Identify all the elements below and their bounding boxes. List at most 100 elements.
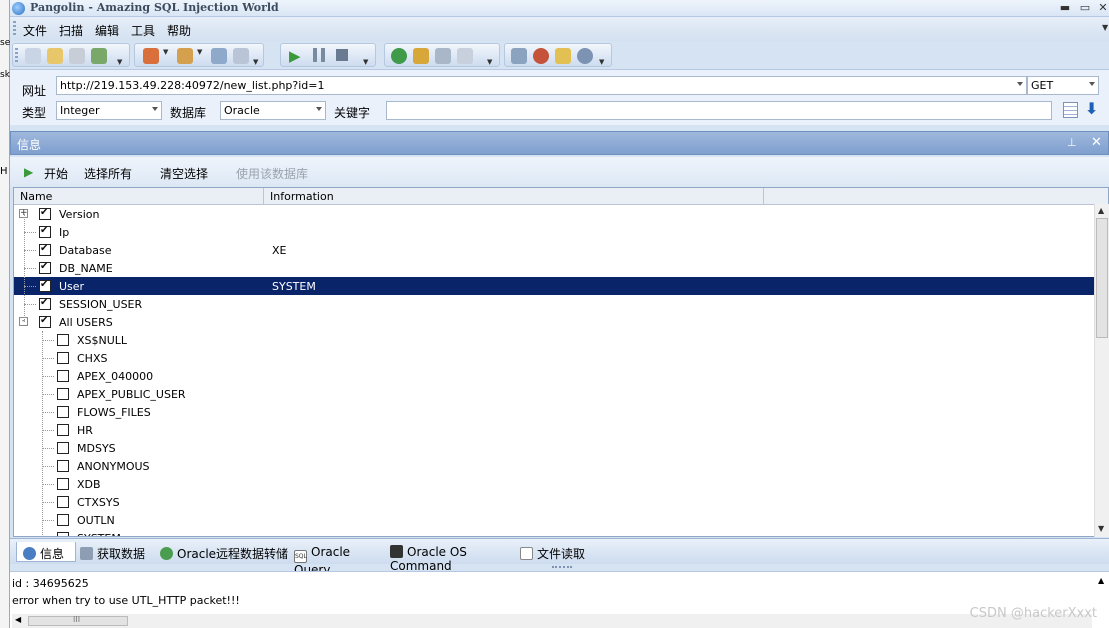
close-icon[interactable]: ✕ (1091, 135, 1102, 150)
maximize-icon[interactable]: ▭ (1078, 0, 1092, 15)
column-header-information[interactable]: Information (264, 188, 764, 204)
scroll-up-icon[interactable]: ▲ (1098, 206, 1104, 215)
chevron-down-icon[interactable]: ▼ (487, 58, 492, 66)
tab-info[interactable]: 信息 (16, 542, 76, 562)
splitter-handle[interactable] (552, 566, 572, 569)
chevron-down-icon[interactable]: ▼ (599, 58, 604, 66)
clear-selection-button[interactable]: 清空选择 (160, 165, 208, 182)
row-checkbox[interactable] (57, 532, 69, 536)
tab-file-read[interactable]: 文件读取 (520, 542, 600, 562)
chevron-down-icon[interactable]: ▼ (117, 58, 122, 66)
chevron-down-icon[interactable] (1017, 82, 1023, 86)
scroll-thumb[interactable] (1096, 218, 1108, 338)
row-checkbox[interactable] (57, 478, 69, 490)
tree-row[interactable]: +Version (14, 205, 1094, 223)
tree-row[interactable]: APEX_040000 (14, 367, 1094, 385)
tree-row[interactable]: HR (14, 421, 1094, 439)
chevron-down-icon[interactable] (316, 107, 322, 111)
chevron-down-icon[interactable] (152, 107, 158, 111)
scroll-down-icon[interactable]: ▼ (1098, 524, 1104, 533)
wrench-icon[interactable] (211, 48, 227, 64)
row-checkbox[interactable] (57, 388, 69, 400)
tree-row[interactable]: FLOWS_FILES (14, 403, 1094, 421)
chevron-down-icon[interactable]: ▼ (253, 58, 258, 66)
row-checkbox[interactable] (39, 297, 51, 310)
paste-icon[interactable] (69, 48, 85, 64)
play-icon[interactable]: ▶ (289, 47, 301, 65)
tree-row[interactable]: -All USERS (14, 313, 1094, 331)
scroll-up-icon[interactable]: ▲ (1098, 576, 1104, 585)
menu-help[interactable]: 帮助 (167, 22, 191, 39)
chevron-down-icon[interactable] (1089, 82, 1095, 86)
row-checkbox[interactable] (57, 514, 69, 526)
disk-icon[interactable] (233, 48, 249, 64)
folder-icon[interactable] (555, 48, 571, 64)
copy-icon[interactable] (47, 48, 63, 64)
arrow-down-icon[interactable]: ⬇ (1085, 99, 1098, 118)
help-icon[interactable] (391, 48, 407, 64)
row-checkbox[interactable] (57, 496, 69, 508)
row-checkbox[interactable] (57, 442, 69, 454)
magnifier-icon[interactable] (457, 48, 473, 64)
log-horizontal-scrollbar[interactable]: ◀ III (12, 614, 1092, 628)
row-checkbox[interactable] (57, 370, 69, 382)
chevron-down-icon[interactable]: ▼ (363, 58, 368, 66)
row-checkbox[interactable] (57, 424, 69, 436)
bug-icon[interactable] (533, 48, 549, 64)
tree-row[interactable]: ANONYMOUS (14, 457, 1094, 475)
tree-row[interactable]: APEX_PUBLIC_USER (14, 385, 1094, 403)
tree-row[interactable]: Ip (14, 223, 1094, 241)
database-select[interactable]: Oracle (220, 101, 326, 120)
pause-icon[interactable] (313, 48, 325, 62)
menu-scan[interactable]: 扫描 (59, 22, 83, 39)
type-select[interactable]: Integer (56, 101, 162, 120)
start-button[interactable]: 开始 (44, 165, 68, 182)
menu-overflow-icon[interactable]: ▼ (1102, 23, 1108, 32)
row-checkbox[interactable] (39, 225, 51, 238)
tree-row[interactable]: MDSYS (14, 439, 1094, 457)
grid-vertical-scrollbar[interactable]: ▲ ▼ (1094, 204, 1109, 537)
chevron-down-icon[interactable]: ▼ (163, 48, 168, 56)
chevron-down-icon[interactable]: ▼ (197, 48, 202, 56)
export-icon[interactable] (91, 48, 107, 64)
grid-view-icon[interactable] (1063, 102, 1078, 118)
tree-row[interactable]: OUTLN (14, 511, 1094, 529)
row-checkbox[interactable] (57, 406, 69, 418)
search-icon[interactable] (25, 48, 41, 64)
row-checkbox[interactable] (57, 352, 69, 364)
tab-oracle-os-command[interactable]: Oracle OS Command (390, 542, 514, 573)
row-checkbox[interactable] (39, 261, 51, 274)
menu-file[interactable]: 文件 (23, 22, 47, 39)
minimize-icon[interactable]: ▬ (1058, 0, 1072, 15)
row-checkbox[interactable] (39, 243, 51, 256)
row-checkbox[interactable] (57, 334, 69, 346)
url-input[interactable]: http://219.153.49.228:40972/new_list.php… (56, 76, 1027, 95)
tree-row[interactable]: User SYSTEM (14, 277, 1094, 295)
db-icon[interactable] (143, 48, 159, 64)
scroll-thumb[interactable]: III (28, 615, 128, 626)
key-icon[interactable] (413, 48, 429, 64)
use-database-button[interactable]: 使用该数据库 (236, 165, 308, 182)
row-checkbox[interactable] (39, 279, 51, 292)
keyword-input[interactable] (386, 101, 1052, 120)
pin-icon[interactable]: ⊥ (1067, 136, 1077, 149)
row-checkbox[interactable] (39, 315, 51, 328)
row-checkbox[interactable] (57, 460, 69, 472)
row-checkbox[interactable] (39, 207, 51, 220)
menu-edit[interactable]: 编辑 (95, 22, 119, 39)
tab-oracle-query[interactable]: SQL Oracle Query (294, 542, 386, 577)
scroll-left-icon[interactable]: ◀ (15, 615, 21, 624)
tree-row[interactable]: CTXSYS (14, 493, 1094, 511)
tree-row[interactable]: CHXS (14, 349, 1094, 367)
palette-icon[interactable] (177, 48, 193, 64)
user-icon[interactable] (435, 48, 451, 64)
tree-row[interactable]: Database XE (14, 241, 1094, 259)
play-icon[interactable]: ▶ (24, 165, 33, 179)
info-icon[interactable] (577, 48, 593, 64)
tree-row[interactable]: DB_NAME (14, 259, 1094, 277)
tree-row[interactable]: SESSION_USER (14, 295, 1094, 313)
tree-row[interactable]: XDB (14, 475, 1094, 493)
column-header-name[interactable]: Name (14, 188, 264, 204)
tree-row[interactable]: XS$NULL (14, 331, 1094, 349)
close-icon[interactable]: ✕ (1096, 0, 1109, 15)
